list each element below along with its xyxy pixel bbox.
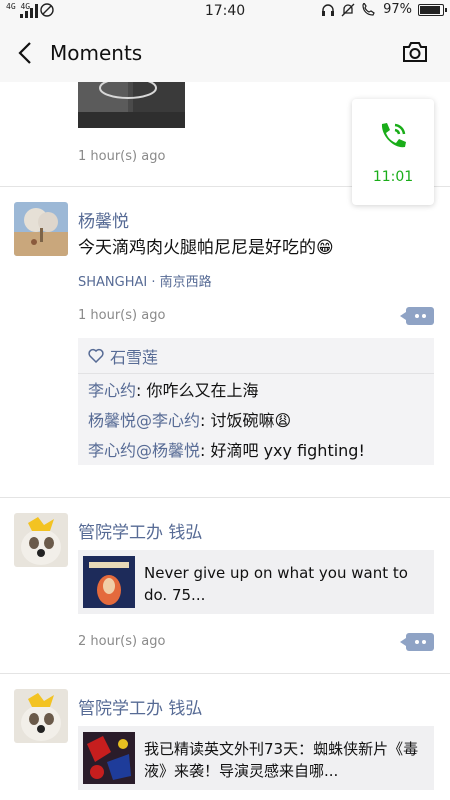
comment-text: : 讨饭碗嘛😩 <box>200 411 292 430</box>
more-button[interactable] <box>400 307 434 325</box>
comment-author[interactable]: 李心约 <box>88 381 136 400</box>
nav-bar: Moments <box>0 24 450 82</box>
moment-post: 管院学工办 钱弘 Never give up on what you want … <box>0 498 450 674</box>
comment-text: : 你咋么又在上海 <box>136 381 259 400</box>
call-duration: 11:01 <box>372 169 414 185</box>
avatar[interactable] <box>14 202 68 256</box>
comment-author[interactable]: 杨馨悦@李心约 <box>88 411 200 430</box>
ongoing-call-widget[interactable]: 11:01 <box>352 99 434 205</box>
phone-call-icon <box>381 123 406 148</box>
post-text: 今天滴鸡肉火腿帕尼尼是好吃的😁 <box>78 238 334 258</box>
moment-post: 管院学工办 钱弘 我已精读英文外刊73天：蜘蛛侠新片《毒液》来袭！导演灵感来自哪… <box>0 674 450 800</box>
like-name[interactable]: 石雪莲 <box>110 344 158 368</box>
battery-percent: 97% <box>383 2 412 17</box>
status-right-group: 97% <box>321 2 447 17</box>
heart-icon <box>88 348 104 363</box>
comment-author[interactable]: 李心约@杨馨悦 <box>88 441 200 460</box>
post-time: 1 hour(s) ago <box>78 149 166 164</box>
page-title: Moments <box>50 41 143 65</box>
more-button[interactable] <box>400 633 434 651</box>
hd-call-icon <box>362 2 375 16</box>
shared-link-card[interactable]: Never give up on what you want to do. 75… <box>78 550 434 614</box>
camera-icon[interactable] <box>402 40 428 64</box>
mute-bell-icon <box>341 3 355 16</box>
status-bar: 4G 4G 17:40 97% <box>0 0 450 24</box>
moment-post: 杨馨悦 今天滴鸡肉火腿帕尼尼是好吃的😁 SHANGHAI · 南京西路 1 ho… <box>0 187 450 498</box>
comment-item[interactable]: 李心约@杨馨悦: 好滴吧 yxy fighting! <box>78 434 434 464</box>
post-photo[interactable] <box>78 82 185 128</box>
post-time: 2 hour(s) ago <box>78 634 166 649</box>
comment-text: : 好滴吧 yxy fighting! <box>200 441 365 460</box>
headset-icon <box>322 3 335 16</box>
post-time: 1 hour(s) ago <box>78 308 166 323</box>
shared-link-card[interactable]: 我已精读英文外刊73天：蜘蛛侠新片《毒液》来袭！导演灵感来自哪... <box>78 726 434 790</box>
post-author[interactable]: 杨馨悦 <box>78 207 129 232</box>
back-arrow-icon[interactable] <box>14 40 38 66</box>
shared-link-thumbnail <box>83 556 135 608</box>
avatar[interactable] <box>14 513 68 567</box>
likes-row: 石雪莲 <box>78 338 434 374</box>
comments-box: 石雪莲 李心约: 你咋么又在上海 杨馨悦@李心约: 讨饭碗嘛😩 李心约@杨馨悦:… <box>78 338 434 465</box>
post-author[interactable]: 管院学工办 钱弘 <box>78 694 202 719</box>
comment-item[interactable]: 杨馨悦@李心约: 讨饭碗嘛😩 <box>78 404 434 434</box>
avatar[interactable] <box>14 689 68 743</box>
shared-link-title: Never give up on what you want to do. 75… <box>144 564 408 604</box>
post-location[interactable]: SHANGHAI · 南京西路 <box>78 271 212 290</box>
comment-item[interactable]: 李心约: 你咋么又在上海 <box>78 374 434 404</box>
post-author[interactable]: 管院学工办 钱弘 <box>78 518 202 543</box>
shared-link-thumbnail <box>83 732 135 784</box>
shared-link-title: 我已精读英文外刊73天：蜘蛛侠新片《毒液》来袭！导演灵感来自哪... <box>144 740 419 780</box>
battery-icon <box>418 3 447 16</box>
